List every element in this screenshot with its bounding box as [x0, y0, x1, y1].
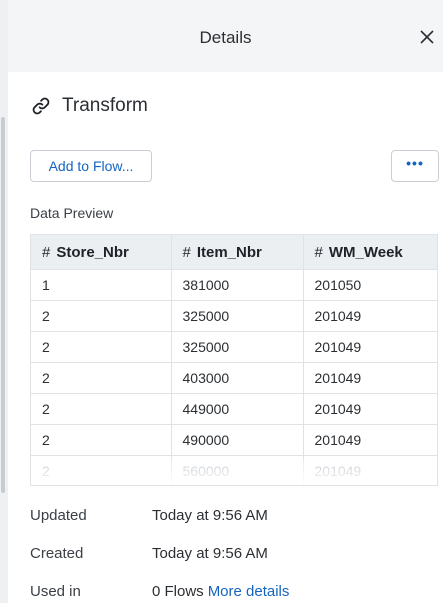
dataset-type-label: Transform	[62, 95, 148, 116]
table-cell: 381000	[171, 269, 304, 301]
table-cell: 201049	[303, 393, 437, 425]
table-row: 2 325000 201049	[31, 331, 437, 363]
column-header-wm-week[interactable]: # WM_Week	[303, 235, 437, 270]
data-preview-heading: Data Preview	[30, 205, 114, 221]
panel-title: Details	[199, 28, 252, 47]
number-type-icon: #	[314, 243, 323, 261]
created-label: Created	[30, 545, 84, 562]
more-options-button[interactable]: •••	[391, 150, 439, 182]
table-cell: 325000	[171, 300, 304, 332]
table-header-row: # Store_Nbr # Item_Nbr # WM_Week	[31, 235, 437, 270]
table-cell: 2	[31, 455, 172, 485]
table-cell: 201049	[303, 455, 437, 485]
table-cell: 201049	[303, 300, 437, 332]
table-cell: 2	[31, 300, 172, 332]
table-cell: 490000	[171, 424, 304, 456]
table-cell: 403000	[171, 362, 304, 394]
more-details-link[interactable]: More details	[208, 583, 290, 600]
table-cell: 2	[31, 362, 172, 394]
table-cell: 325000	[171, 331, 304, 363]
table-row: 2 490000 201049	[31, 424, 437, 456]
table-row: 2 560000 201049	[31, 455, 437, 485]
panel-header: Details	[8, 0, 443, 72]
used-in-label: Used in	[30, 583, 81, 600]
updated-value: Today at 9:56 AM	[152, 507, 268, 524]
scrollbar[interactable]	[1, 117, 5, 493]
table-cell: 2	[31, 393, 172, 425]
table-cell: 449000	[171, 393, 304, 425]
used-in-row: Used in 0 Flows More details	[30, 583, 289, 600]
link-icon	[32, 97, 50, 115]
table-cell: 201049	[303, 362, 437, 394]
number-type-icon: #	[42, 243, 51, 261]
table-cell: 2	[31, 424, 172, 456]
table-cell: 201049	[303, 331, 437, 363]
flows-count: 0 Flows	[152, 583, 204, 600]
details-panel: Details Transform Add to Flow... ••• Dat…	[0, 0, 443, 603]
table-row: 2 403000 201049	[31, 362, 437, 394]
table-row: 2 325000 201049	[31, 300, 437, 332]
table-cell: 201050	[303, 269, 437, 301]
add-to-flow-button[interactable]: Add to Flow...	[30, 150, 152, 182]
table-cell: 560000	[171, 455, 304, 485]
number-type-icon: #	[182, 243, 191, 261]
data-preview-table: # Store_Nbr # Item_Nbr # WM_Week 1 381000 2…	[30, 234, 438, 486]
created-row: Created Today at 9:56 AM	[30, 545, 268, 562]
column-header-item-nbr[interactable]: # Item_Nbr	[171, 235, 304, 270]
table-row: 2 449000 201049	[31, 393, 437, 425]
created-value: Today at 9:56 AM	[152, 545, 268, 562]
updated-label: Updated	[30, 507, 87, 524]
table-cell: 1	[31, 269, 172, 301]
table-cell: 2	[31, 331, 172, 363]
dataset-type: Transform	[30, 94, 148, 118]
table-cell: 201049	[303, 424, 437, 456]
column-header-store-nbr[interactable]: # Store_Nbr	[31, 235, 172, 270]
updated-row: Updated Today at 9:56 AM	[30, 507, 268, 524]
close-icon[interactable]	[419, 28, 435, 46]
table-row: 1 381000 201050	[31, 269, 437, 301]
used-in-value: 0 Flows More details	[152, 583, 289, 600]
